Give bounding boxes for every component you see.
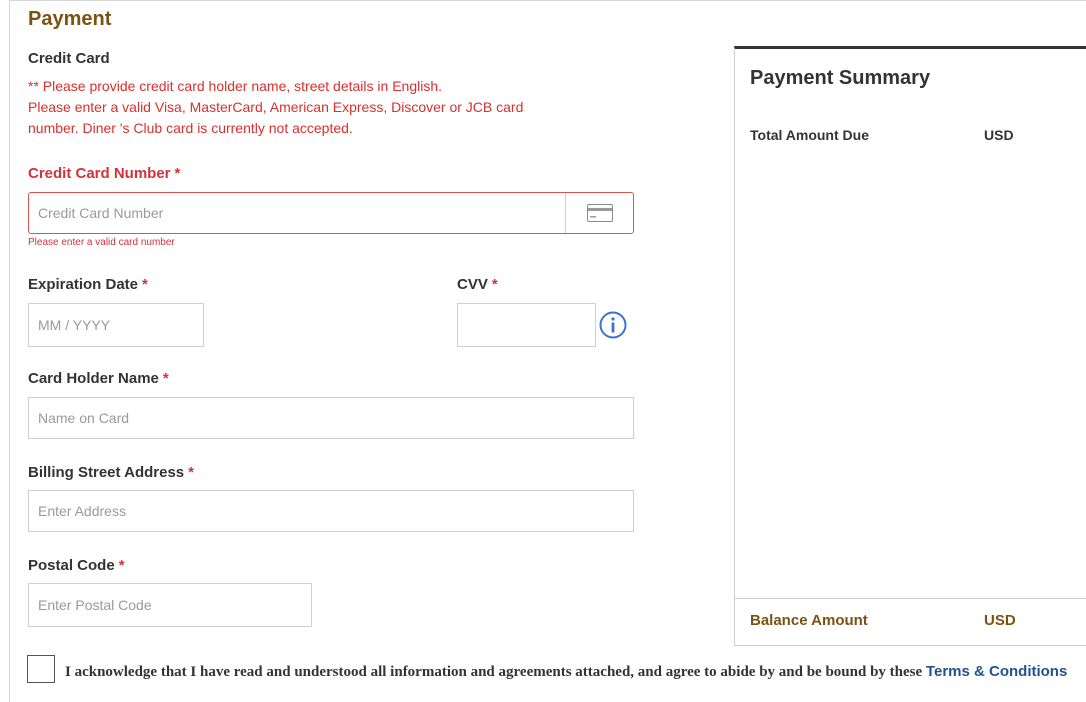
card-icon-box xyxy=(565,193,633,233)
holder-name-input[interactable] xyxy=(28,397,634,439)
frame-border-top xyxy=(9,0,1086,1)
info-icon[interactable] xyxy=(599,311,627,339)
payment-title: Payment xyxy=(28,8,112,30)
payment-summary-panel: Payment Summary Total Amount Due USD Bal… xyxy=(734,46,1086,646)
holder-label-text: Card Holder Name xyxy=(28,370,159,387)
frame-border-left xyxy=(9,0,10,702)
credit-card-icon xyxy=(586,204,613,222)
balance-amount-currency: USD xyxy=(984,612,1016,629)
card-number-input[interactable] xyxy=(28,192,634,234)
total-amount-currency: USD xyxy=(984,127,1014,143)
balance-amount-label: Balance Amount xyxy=(750,612,868,629)
postal-label: Postal Code * xyxy=(28,557,125,574)
required-marker: * xyxy=(188,464,194,481)
card-number-label: Credit Card Number * xyxy=(28,165,180,182)
required-marker: * xyxy=(174,165,181,182)
expiration-label: Expiration Date * xyxy=(28,276,148,293)
cvv-label-text: CVV xyxy=(457,276,488,293)
card-number-label-text: Credit Card Number xyxy=(28,165,171,182)
postal-label-text: Postal Code xyxy=(28,557,115,574)
address-input[interactable] xyxy=(28,490,634,532)
expiration-input[interactable] xyxy=(28,303,204,347)
card-number-error: Please enter a valid card number xyxy=(28,237,175,248)
required-marker: * xyxy=(162,370,169,387)
address-label-text: Billing Street Address xyxy=(28,464,185,481)
cvv-label: CVV * xyxy=(457,276,498,293)
acknowledge-text: I acknowledge that I have read and under… xyxy=(65,660,1080,684)
summary-divider xyxy=(735,598,1086,599)
holder-label: Card Holder Name * xyxy=(28,370,169,387)
acknowledge-statement: I acknowledge that I have read and under… xyxy=(65,664,926,680)
expiration-label-text: Expiration Date xyxy=(28,276,139,293)
required-marker: * xyxy=(491,276,498,293)
credit-card-heading: Credit Card xyxy=(28,50,110,67)
address-label: Billing Street Address * xyxy=(28,464,194,481)
terms-link[interactable]: Terms & Conditions xyxy=(926,663,1067,680)
required-marker: * xyxy=(118,557,125,574)
summary-title: Payment Summary xyxy=(750,67,931,89)
card-notice: ** Please provide credit card holder nam… xyxy=(28,78,524,136)
acknowledge-checkbox[interactable] xyxy=(27,655,55,683)
payment-page: Payment Credit Card ** Please provide cr… xyxy=(0,0,1086,702)
postal-code-input[interactable] xyxy=(28,583,312,627)
total-amount-label: Total Amount Due xyxy=(750,127,869,143)
required-marker: * xyxy=(142,276,148,293)
cvv-input[interactable] xyxy=(457,303,596,347)
